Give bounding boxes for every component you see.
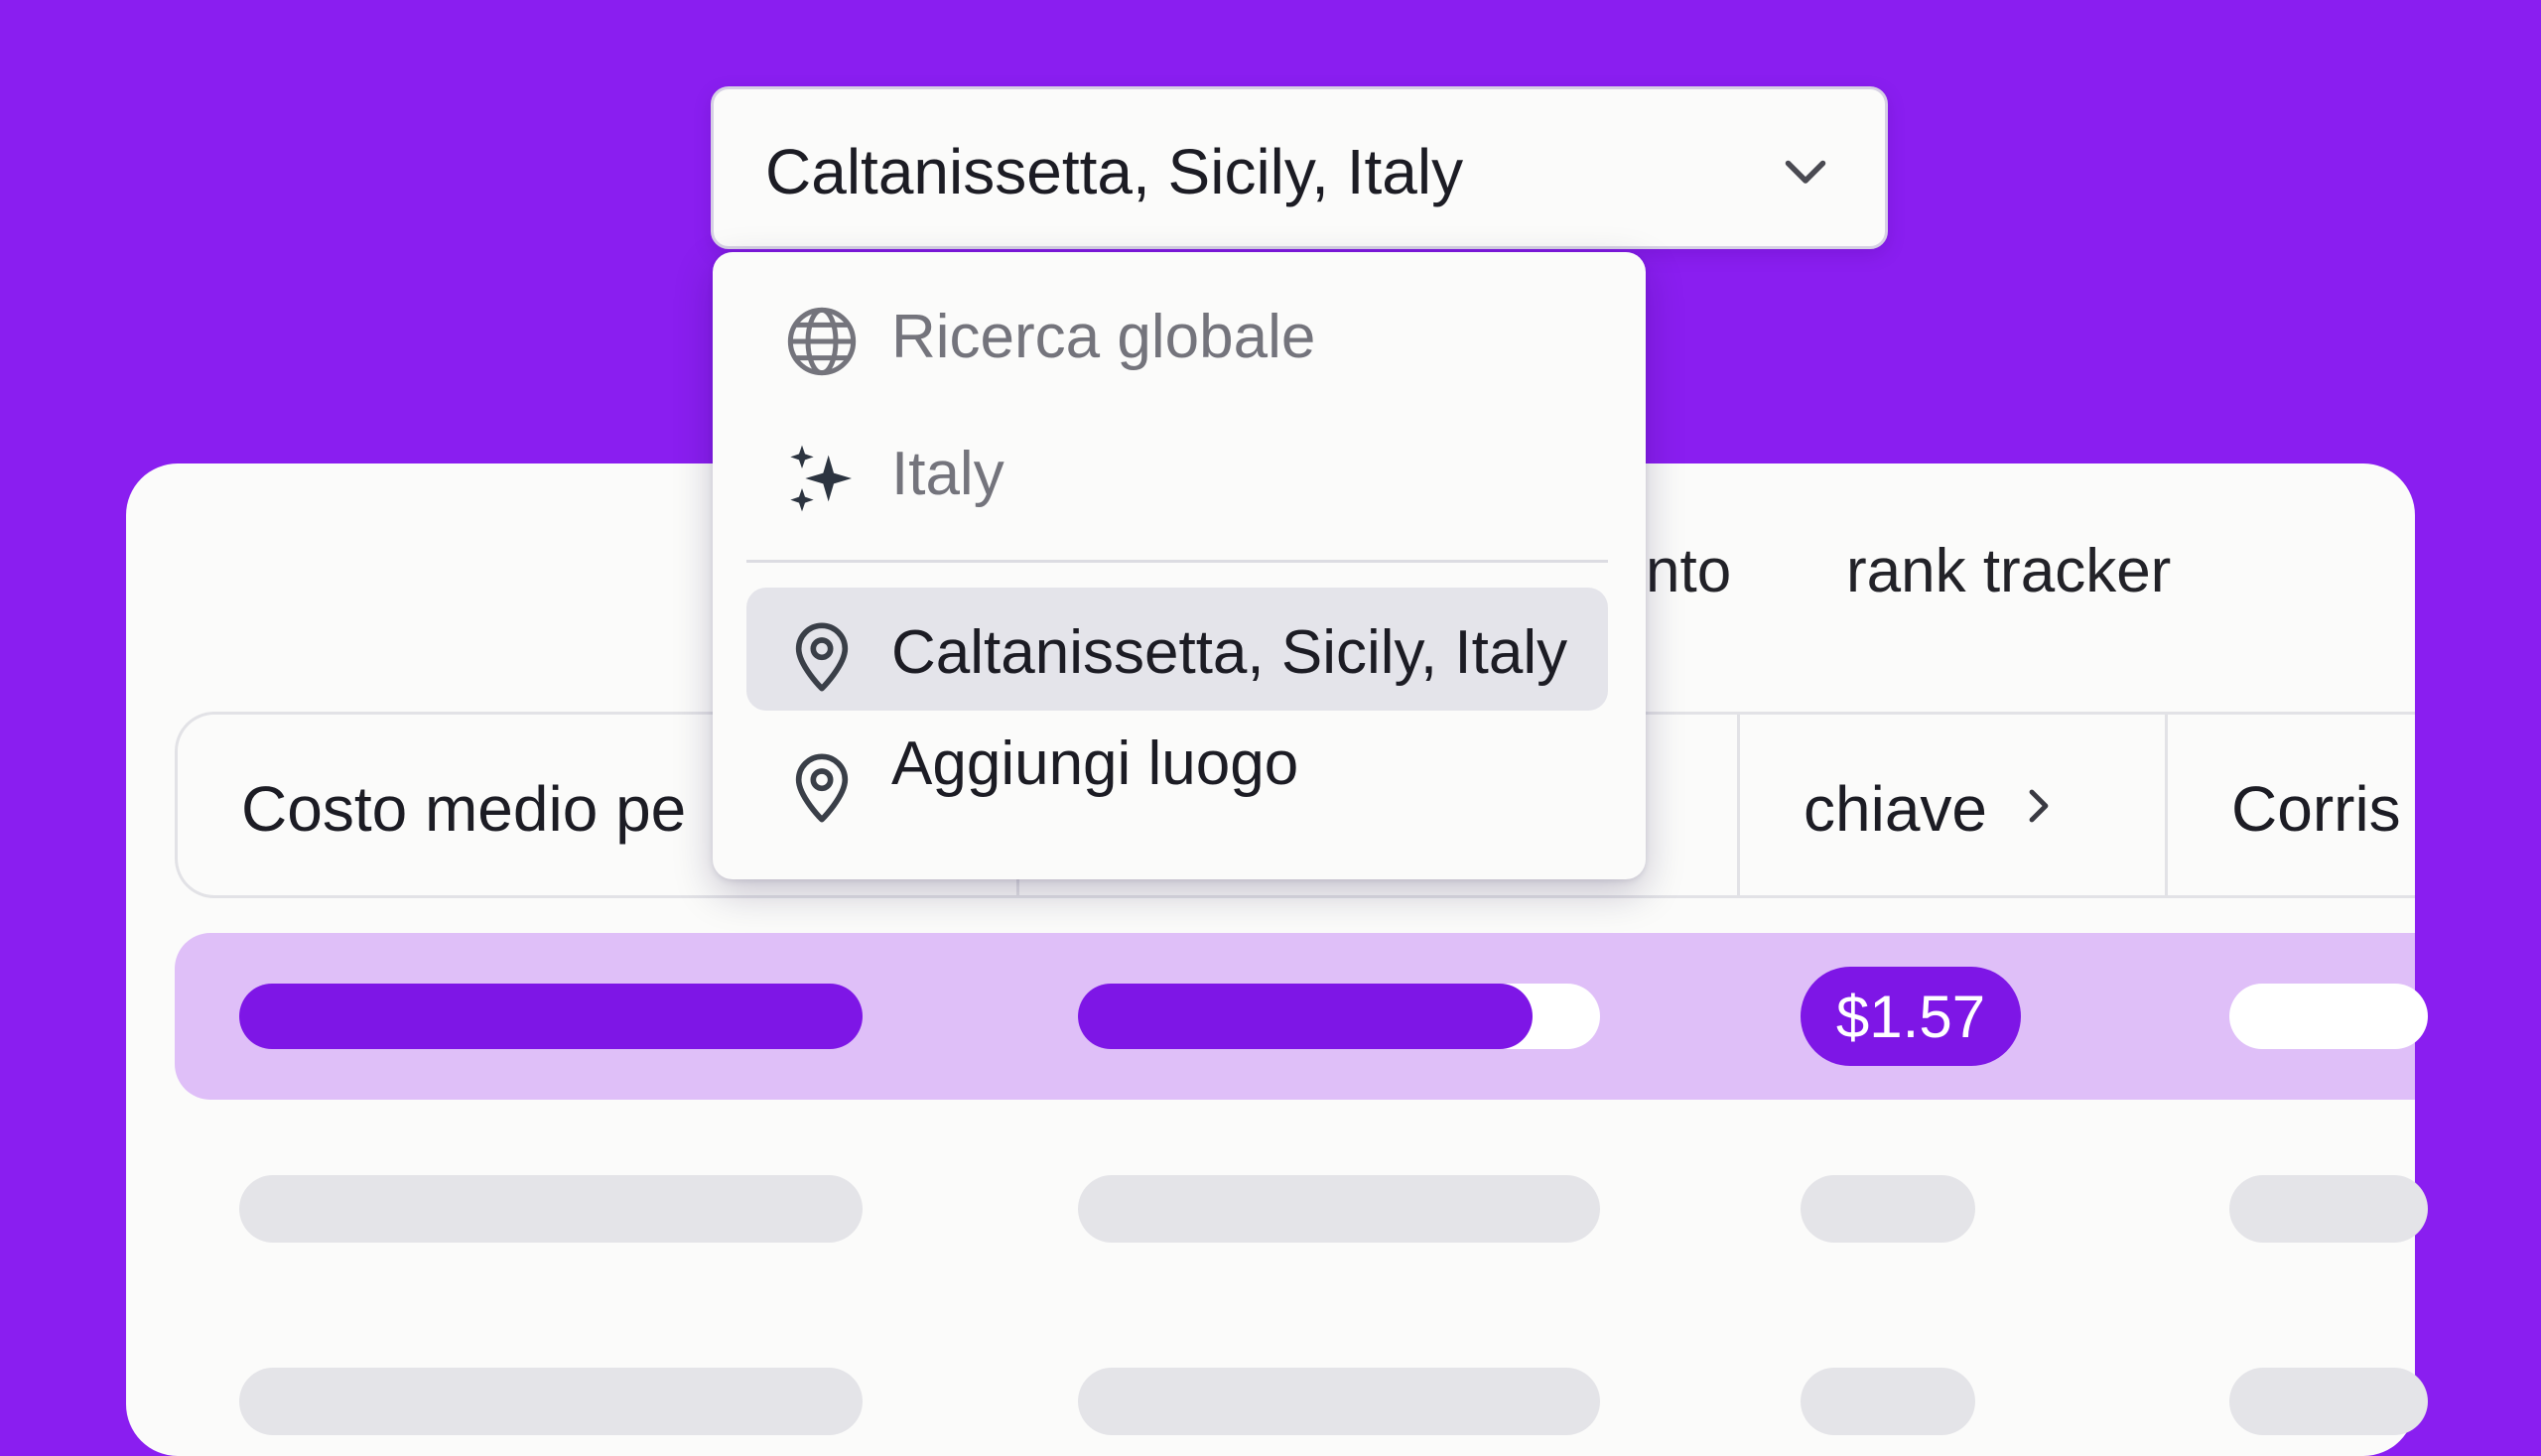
menu-item-label: Ricerca globale (891, 303, 1316, 371)
skeleton-bar (239, 1368, 863, 1435)
menu-item-global-search[interactable]: Ricerca globale (746, 272, 1608, 395)
price-value: $1.57 (1835, 983, 1986, 1050)
skeleton-bar (1801, 1175, 1975, 1243)
sparkles-icon (790, 445, 852, 512)
row-bar-4 (2229, 984, 2428, 1049)
menu-item-label: Caltanissetta, Sicily, Italy (891, 618, 1568, 687)
map-pin-icon (795, 622, 849, 692)
price-badge: $1.57 (1801, 967, 2021, 1066)
chevron-down-icon[interactable] (1776, 141, 1835, 200)
chevron-right-icon (2029, 789, 2049, 823)
location-dropdown-menu: Ricerca globale Italy Caltanissetta, Sic… (713, 252, 1646, 879)
header-label-keyword: chiave (1804, 773, 1987, 845)
menu-item-country[interactable]: Italy (746, 409, 1608, 532)
header-cell-keyword[interactable]: chiave (1740, 715, 2167, 895)
row-bar-2-track (1078, 984, 1600, 1049)
location-select[interactable]: Caltanissetta, Sicily, Italy (711, 86, 1888, 249)
skeleton-bar (1078, 1175, 1600, 1243)
header-cell-match[interactable]: Corris (2168, 715, 2415, 895)
location-select-value: Caltanissetta, Sicily, Italy (765, 136, 1464, 207)
tab-partial[interactable]: nto (1646, 536, 1731, 606)
globe-icon (787, 307, 857, 376)
map-pin-icon (795, 753, 849, 823)
header-label-match: Corris (2231, 773, 2401, 845)
header-label-cost: Costo medio pe (241, 773, 687, 845)
menu-separator (746, 560, 1608, 563)
row-bar-2-fill (1078, 984, 1533, 1049)
tab-rank-tracker[interactable]: rank tracker (1846, 536, 2171, 606)
skeleton-bar (2229, 1175, 2428, 1243)
menu-item-label: Italy (891, 440, 1004, 508)
skeleton-bar (1801, 1368, 1975, 1435)
skeleton-bar (1078, 1368, 1600, 1435)
menu-item-selected-location[interactable]: Caltanissetta, Sicily, Italy (746, 588, 1608, 711)
skeleton-bar (2229, 1368, 2428, 1435)
row-bar-1 (239, 984, 863, 1049)
skeleton-bar (239, 1175, 863, 1243)
menu-item-label: Aggiungi luogo (891, 729, 1299, 798)
menu-item-add-location[interactable]: Aggiungi luogo (746, 719, 1608, 842)
